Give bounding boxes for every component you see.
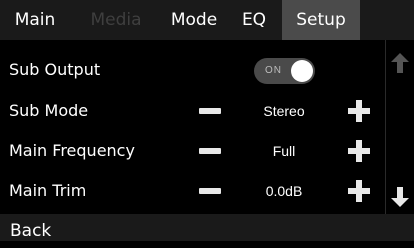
toggle-state-label: ON: [265, 65, 282, 76]
setting-label: Sub Output: [9, 60, 101, 79]
minus-icon[interactable]: [199, 108, 221, 114]
minus-icon[interactable]: [199, 148, 221, 154]
setting-value: Stereo: [263, 103, 305, 119]
plus-icon[interactable]: [348, 180, 370, 202]
tab-mode[interactable]: Mode: [162, 0, 226, 40]
settings-list: Sub Output ON Sub Mode Stereo Main Frequ…: [0, 40, 385, 214]
scroll-column: [385, 40, 414, 214]
tab-eq[interactable]: EQ: [226, 0, 282, 40]
setting-row-main-trim: Main Trim 0.0dB: [0, 171, 385, 211]
minus-icon[interactable]: [199, 188, 221, 194]
tab-bar: Main Media Mode EQ Setup: [0, 0, 414, 40]
setting-row-sub-output: Sub Output: [0, 50, 385, 90]
setup-screen: Main Media Mode EQ Setup Sub Output ON S…: [0, 0, 414, 241]
toggle-knob: [291, 60, 313, 82]
setting-label: Sub Mode: [9, 101, 89, 120]
setting-value: 0.0dB: [265, 183, 303, 199]
tab-setup[interactable]: Setup: [282, 0, 360, 40]
plus-icon[interactable]: [348, 140, 370, 162]
setting-row-main-frequency: Main Frequency Full: [0, 131, 385, 171]
arrow-up-icon[interactable]: [390, 52, 410, 74]
scroll-divider: [385, 40, 386, 214]
sub-output-toggle[interactable]: ON: [254, 58, 315, 84]
tab-main[interactable]: Main: [0, 0, 70, 40]
setting-label: Main Trim: [9, 181, 87, 200]
plus-icon[interactable]: [348, 100, 370, 122]
setting-label: Main Frequency: [9, 141, 135, 160]
footer-bar: Back: [0, 214, 414, 241]
setting-value: Full: [272, 143, 296, 159]
tab-media: Media: [90, 10, 142, 30]
arrow-down-icon[interactable]: [390, 186, 410, 208]
setting-row-sub-mode: Sub Mode Stereo: [0, 91, 385, 131]
back-button[interactable]: Back: [0, 214, 60, 241]
